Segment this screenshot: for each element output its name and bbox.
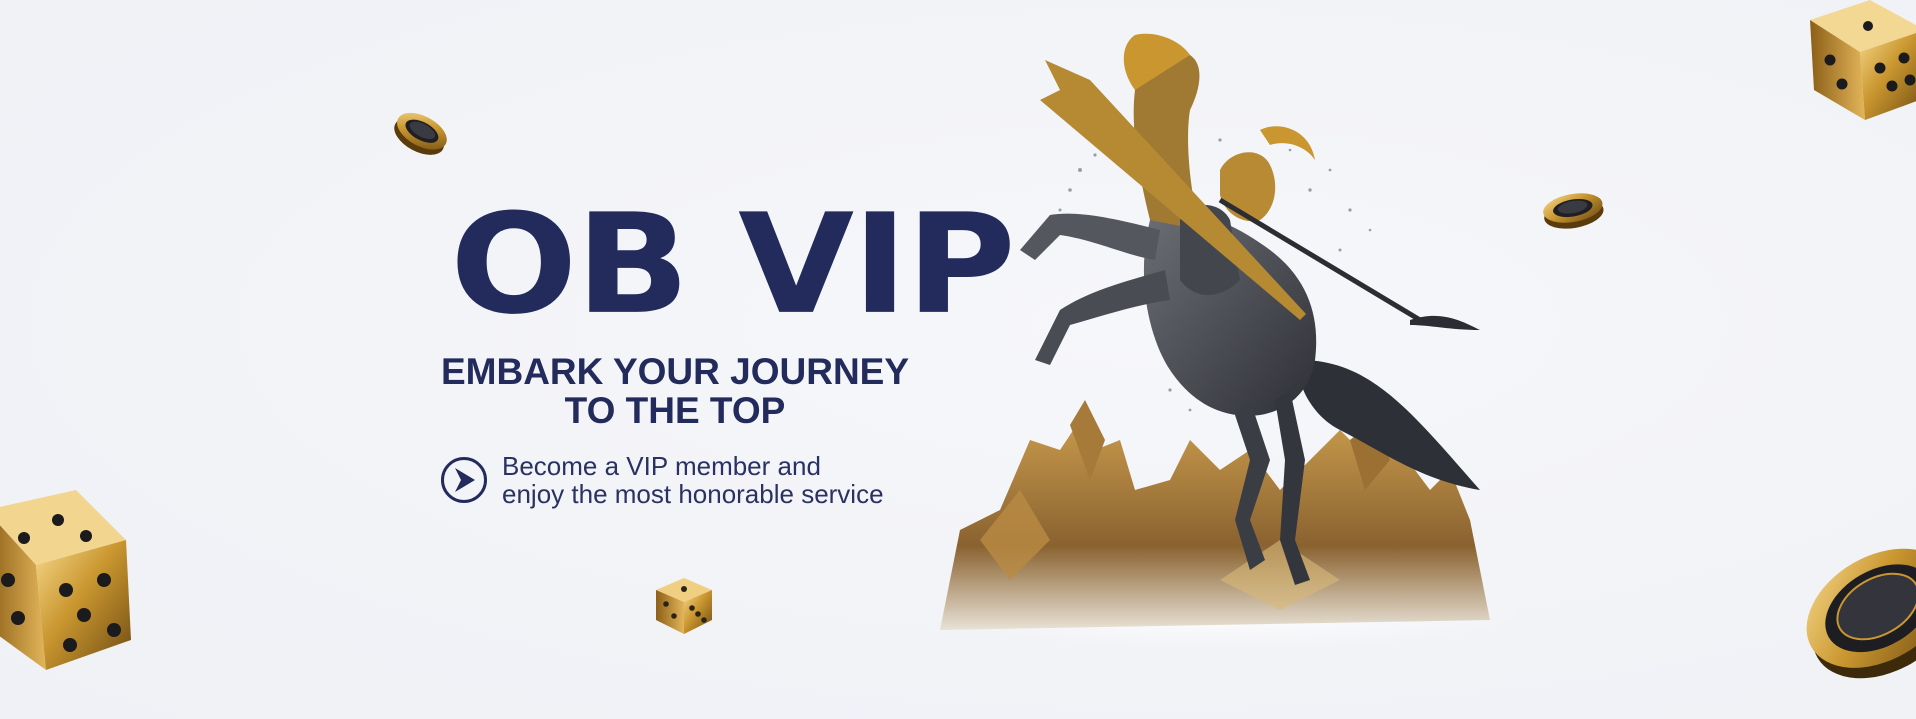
subtitle-line-1: EMBARK YOUR JOURNEY xyxy=(440,351,910,392)
become-vip-cta[interactable]: Become a VIP member and enjoy the most h… xyxy=(440,450,940,510)
vip-banner: OB VIP EMBARK YOUR JOURNEY TO THE TOP Be… xyxy=(0,0,1916,719)
cta-line-1: Become a VIP member and xyxy=(502,451,821,481)
gold-dice-icon xyxy=(1810,0,1916,120)
cta-line-2: enjoy the most honorable service xyxy=(502,479,884,509)
cta-description: Become a VIP member and enjoy the most h… xyxy=(502,452,884,508)
banner-subtitle: EMBARK YOUR JOURNEY TO THE TOP xyxy=(430,352,920,430)
arrow-right-circle-icon[interactable] xyxy=(440,456,488,504)
gold-poker-chip-icon xyxy=(394,112,447,155)
subtitle-line-2: TO THE TOP xyxy=(564,390,786,431)
gold-poker-chip-icon xyxy=(1806,548,1916,679)
page-title: OB VIP xyxy=(450,184,1016,346)
knight-on-rearing-horse-statue xyxy=(930,33,1530,650)
gold-dice-icon xyxy=(0,490,131,670)
gold-rock-base xyxy=(930,400,1530,650)
gold-dice-icon xyxy=(656,578,712,634)
